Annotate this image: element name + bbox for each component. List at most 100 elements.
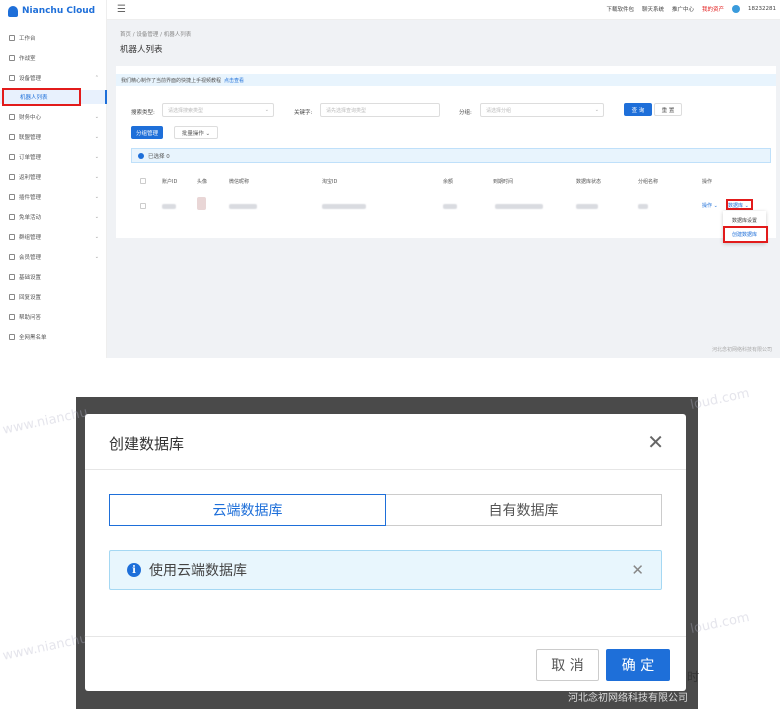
search-type-select[interactable]: 请选择搜索类型 ⌄ — [162, 103, 274, 117]
search-type-label: 搜索类型: — [131, 110, 155, 116]
highlight-box-sidebar — [2, 88, 81, 106]
rebate-icon — [9, 174, 15, 180]
table-header: 到期时间 — [493, 179, 514, 185]
sidebar-item-label: 会员管理 — [19, 255, 42, 261]
sidebar-item[interactable]: 群组管理 ⌄ — [0, 230, 107, 244]
create-db-dialog: 创建数据库 ✕ 云端数据库 自有数据库 i 使用云端数据库 ✕ 取 消 确 定 — [85, 414, 686, 691]
sidebar-item-label: 作战室 — [19, 56, 36, 62]
sidebar-item-label: 财务中心 — [19, 115, 42, 121]
cell-group — [638, 204, 648, 209]
highlight-box-create-db — [723, 226, 768, 243]
sidebar-item[interactable]: 会员管理 ⌄ — [0, 250, 107, 264]
topbar-link-assets[interactable]: 我的资产 — [702, 5, 724, 13]
sidebar-item[interactable]: 作战室 — [0, 51, 107, 65]
row-checkbox[interactable] — [140, 203, 146, 209]
sidebar-item[interactable]: 设备管理 ⌃ — [0, 71, 107, 85]
info-icon: i — [127, 563, 141, 577]
cell-expire — [495, 204, 543, 209]
topbar-link-promo[interactable]: 推广中心 — [672, 5, 694, 13]
tab-cloud-db[interactable]: 云端数据库 — [109, 494, 386, 526]
sidebar-item[interactable]: 帮助问答 — [0, 310, 107, 324]
search-button[interactable]: 查 询 — [624, 103, 652, 116]
chevron-icon: ⌄ — [94, 134, 99, 140]
select-all-checkbox[interactable] — [140, 178, 146, 184]
tutorial-notice: 我们精心制作了当前界面的快捷上手视频教程 点击查看 — [116, 74, 776, 86]
confirm-button[interactable]: 确 定 — [606, 649, 670, 681]
selection-bar: 已选择 0 — [131, 148, 771, 163]
reply-icon — [9, 294, 15, 300]
table-header: 淘宝ID — [322, 179, 338, 185]
keyword-input[interactable]: 请先选择查询类型 — [320, 103, 440, 117]
avatar — [197, 197, 206, 210]
sidebar-item[interactable]: 工作台 — [0, 31, 107, 45]
reset-button[interactable]: 重 置 — [654, 103, 682, 116]
chevron-down-icon: ⌄ — [594, 107, 599, 113]
topbar-links: 下载软件包 聊天系统 推广中心 我的资产 18232281 — [606, 5, 776, 13]
help-icon — [9, 314, 15, 320]
group-select[interactable]: 请选择分组 ⌄ — [480, 103, 604, 117]
cell-db-status — [576, 204, 598, 209]
topbar-link-download[interactable]: 下载软件包 — [606, 5, 634, 13]
sidebar-item[interactable]: 插件管理 ⌄ — [0, 190, 107, 204]
sidebar-item-label: 设备管理 — [19, 76, 42, 82]
gear-icon — [9, 55, 15, 61]
tab-own-db[interactable]: 自有数据库 — [385, 494, 662, 526]
company-name: 河北念初网络科技有限公司 — [568, 693, 688, 704]
sidebar-item[interactable]: 订单管理 ⌄ — [0, 150, 107, 164]
sidebar-item-label: 插件管理 — [19, 195, 42, 201]
topbar: ☰ 下载软件包 聊天系统 推广中心 我的资产 18232281 — [107, 0, 780, 20]
notice-link[interactable]: 点击查看 — [224, 77, 244, 84]
topbar-link-chat[interactable]: 聊天系统 — [642, 5, 664, 13]
close-icon[interactable]: ✕ — [631, 561, 644, 579]
table-header: 操作 — [702, 179, 713, 185]
info-alert: i 使用云端数据库 ✕ — [109, 550, 662, 590]
row-op-dropdown[interactable]: 操作 ⌄ — [702, 202, 718, 209]
table-header: 微信昵称 — [229, 179, 250, 185]
keyword-label: 关键字: — [294, 110, 313, 116]
settings-icon — [9, 274, 15, 280]
batch-action-button[interactable]: 批量操作 ⌄ — [174, 126, 218, 139]
search-type-placeholder: 请选择搜索类型 — [168, 107, 204, 114]
sidebar-item-label: 群组管理 — [19, 235, 42, 241]
group-manage-button[interactable]: 分组管理 — [131, 126, 163, 139]
menu-toggle-icon[interactable]: ☰ — [117, 4, 126, 15]
footer-company: 河北念初网络科技有限公司 — [711, 347, 772, 353]
chevron-icon: ⌄ — [94, 234, 99, 240]
sidebar-item-label: 免单活动 — [19, 215, 42, 221]
sidebar-item[interactable]: 财务中心 ⌄ — [0, 110, 107, 124]
user-id[interactable]: 18232281 — [748, 6, 776, 12]
member-icon — [9, 254, 15, 260]
menu-item-db-settings[interactable]: 数据库设置 — [723, 215, 766, 226]
app-screenshot: Nianchu Cloud 工作台 作战室 设备管理 ⌃ 机器人列表 财务中心 ⌄ 联盟管理 ⌄… — [0, 0, 780, 358]
dialog-footer-divider — [85, 636, 686, 637]
group-icon — [9, 234, 15, 240]
cell-account-id — [162, 204, 176, 209]
table-header: 账户ID — [162, 179, 178, 185]
chevron-icon: ⌄ — [94, 194, 99, 200]
plugin-icon — [9, 194, 15, 200]
table-header: 分组名称 — [638, 179, 659, 185]
avatar[interactable] — [732, 5, 740, 13]
sidebar-item[interactable]: 回复设置 — [0, 290, 107, 304]
sidebar-item[interactable]: 基础设置 — [0, 270, 107, 284]
sidebar-item[interactable]: 返利管理 ⌄ — [0, 170, 107, 184]
logo-text: Nianchu Cloud — [22, 6, 96, 16]
cancel-button[interactable]: 取 消 — [536, 649, 599, 681]
sidebar-item[interactable]: 全网黑名单 — [0, 330, 107, 344]
watermark: loud.com — [689, 609, 751, 638]
sidebar-item[interactable]: 联盟管理 ⌄ — [0, 130, 107, 144]
logo: Nianchu Cloud — [8, 4, 95, 18]
sidebar-item[interactable]: 免单活动 ⌄ — [0, 210, 107, 224]
close-icon[interactable]: ✕ — [647, 430, 664, 454]
finance-icon — [9, 114, 15, 120]
cell-nickname — [229, 204, 257, 209]
watermark: loud.com — [689, 385, 751, 414]
dialog-title: 创建数据库 — [109, 435, 185, 453]
sidebar-item-label: 基础设置 — [19, 275, 42, 281]
dialog-divider — [85, 469, 686, 470]
chevron-icon: ⌄ — [94, 154, 99, 160]
alliance-icon — [9, 134, 15, 140]
breadcrumb: 首页 / 设备管理 / 机器人列表 — [120, 32, 192, 38]
dashboard-icon — [9, 35, 15, 41]
page-title: 机器人列表 — [120, 45, 163, 55]
